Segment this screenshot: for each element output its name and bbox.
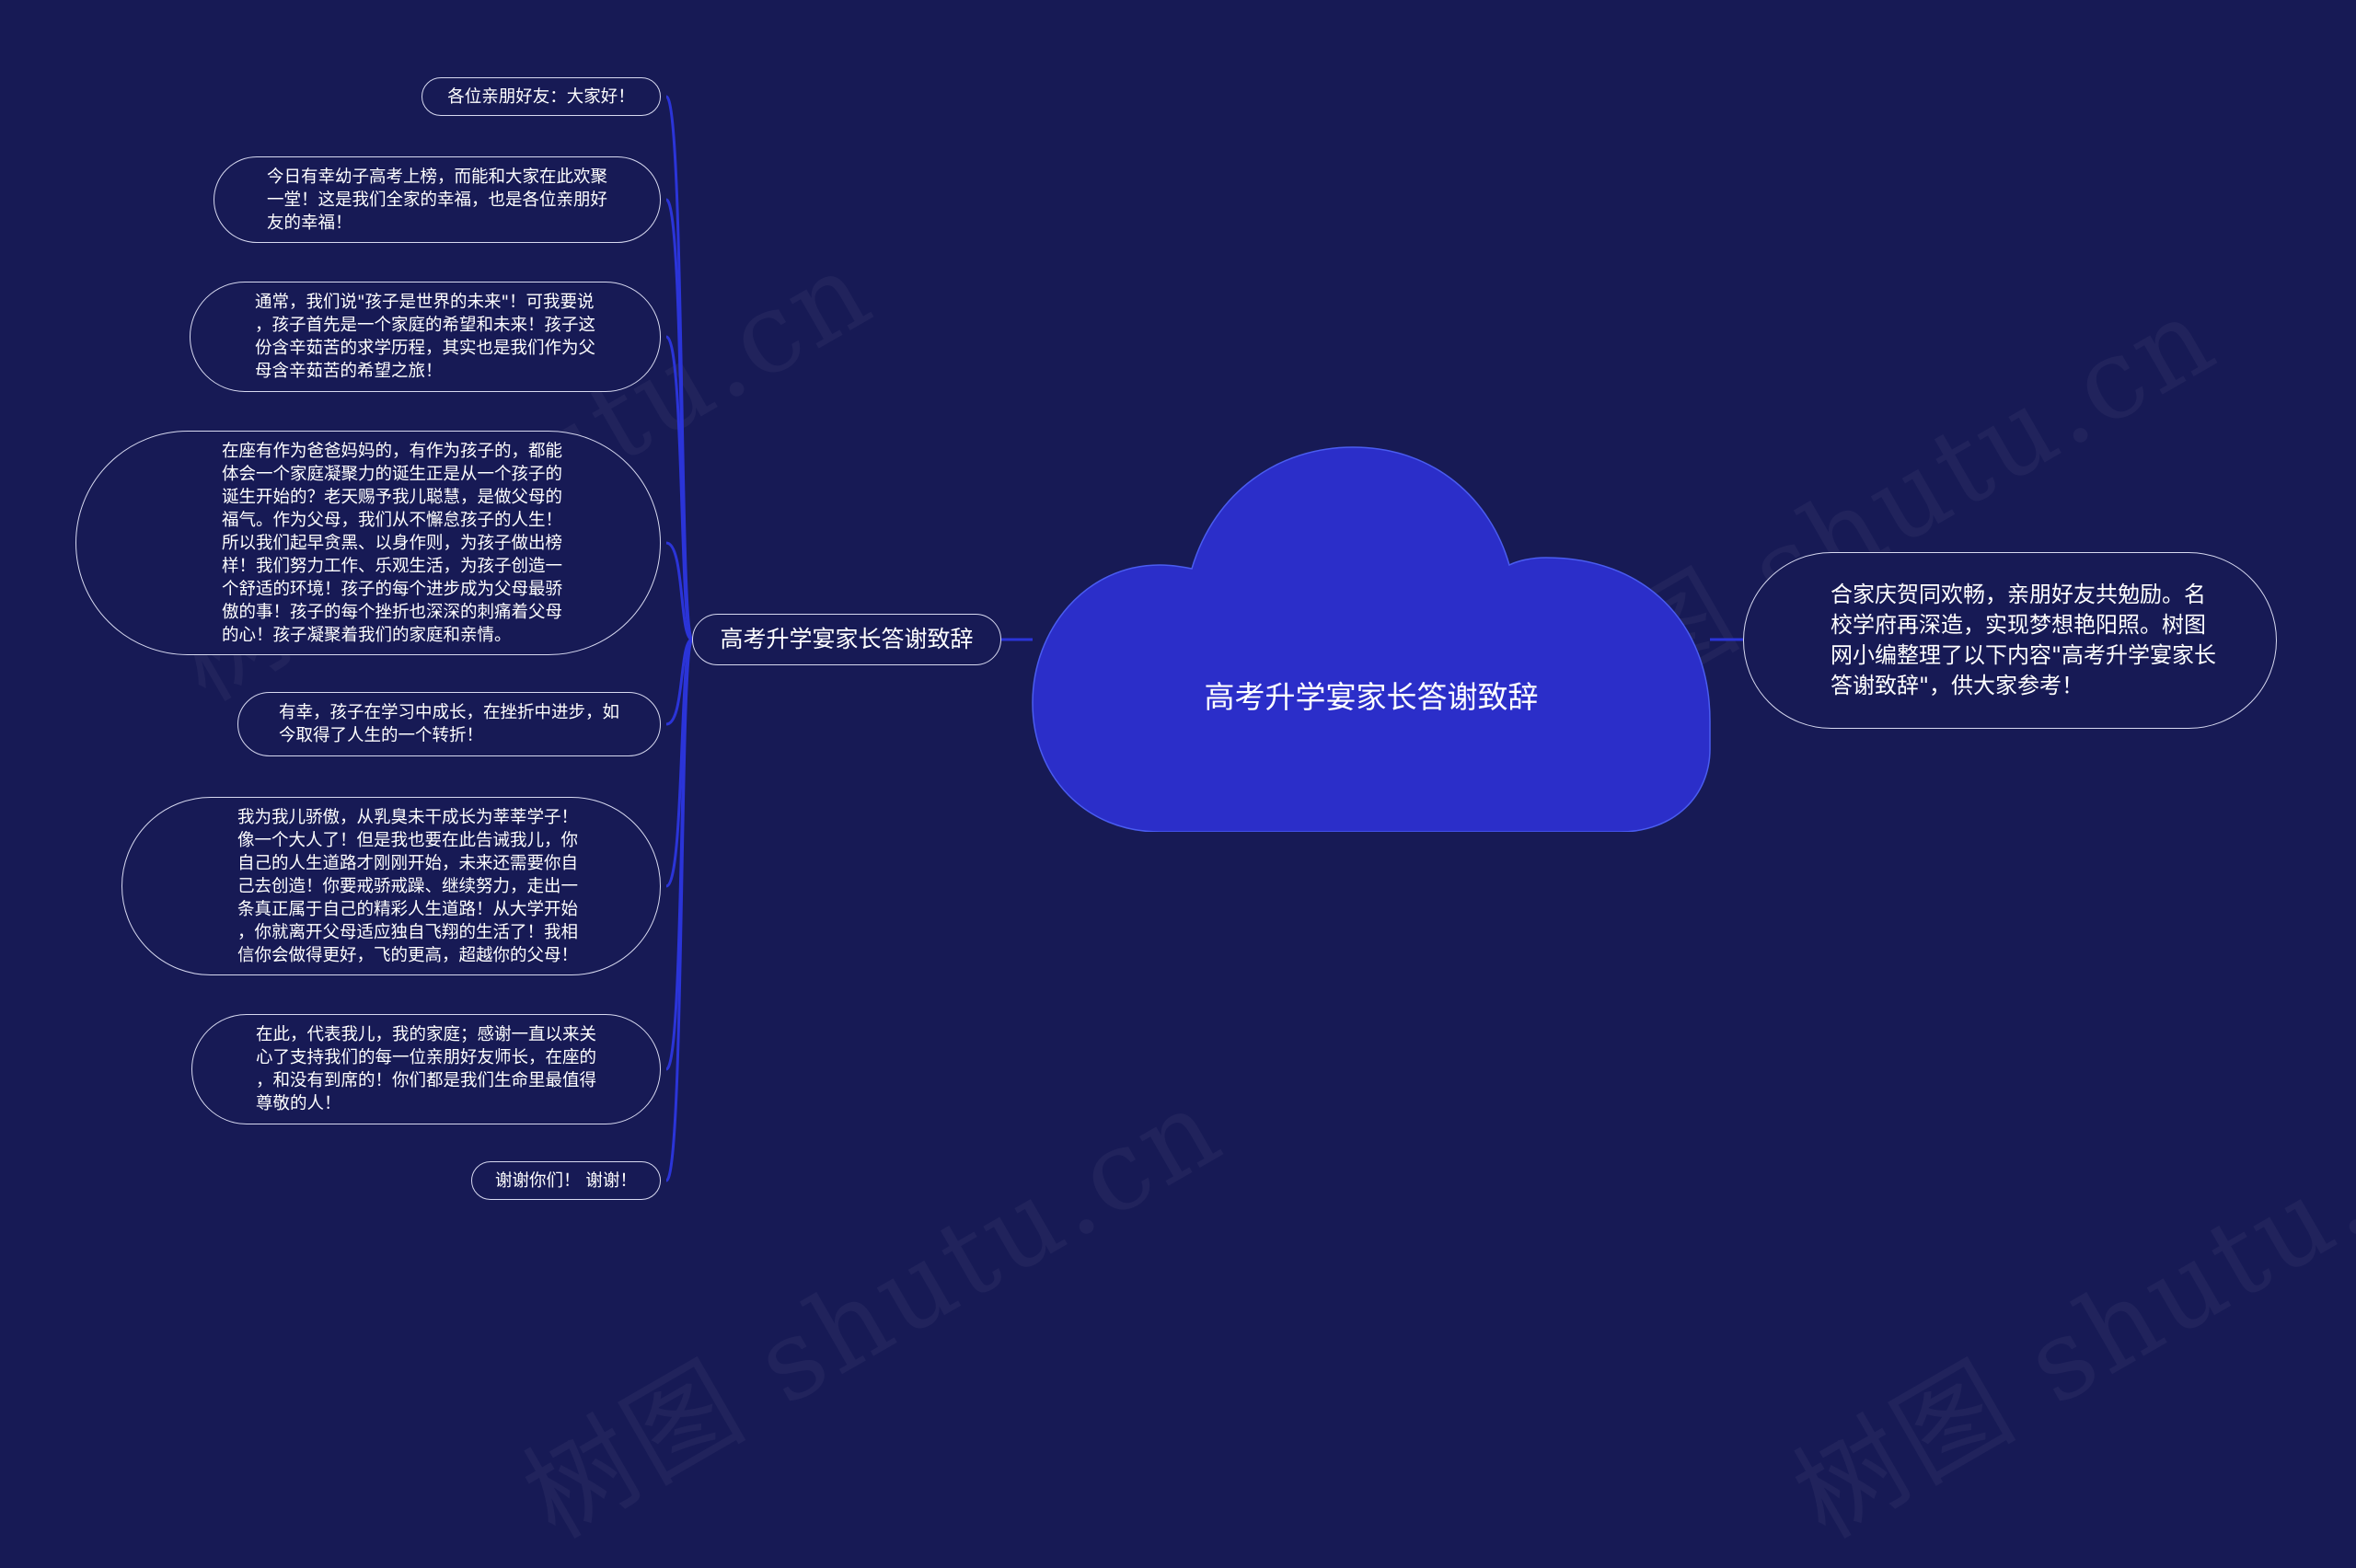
cloud-outline — [1032, 446, 1711, 832]
right-note-text: 合家庆贺同欢畅，亲朋好友共勉励。名校学府再深造，实现梦想艳阳照。树图网小编整理了… — [1831, 582, 2217, 698]
leaf-text: 通常，我们说"孩子是世界的未来"！可我要说 ，孩子首先是一个家庭的希望和未来！孩… — [254, 293, 595, 381]
leaf-text: 在座有作为爸爸妈妈的，有作为孩子的，都能 体会一个家庭凝聚力的诞生正是从一个孩子… — [221, 441, 562, 645]
leaf-node-turning-point[interactable]: 有幸，孩子在学习中成长，在挫折中进步，如 今取得了人生的一个转折！ — [237, 692, 661, 756]
subtopic-label: 高考升学宴家长答谢致辞 — [720, 626, 974, 652]
leaf-node-family-cohesion[interactable]: 在座有作为爸爸妈妈的，有作为孩子的，都能 体会一个家庭凝聚力的诞生正是从一个孩子… — [75, 431, 661, 655]
right-note-node[interactable]: 合家庆贺同欢畅，亲朋好友共勉励。名校学府再深造，实现梦想艳阳照。树图网小编整理了… — [1743, 552, 2277, 729]
leaf-edges — [664, 95, 694, 1182]
root-cloud-shape — [1032, 446, 1711, 832]
leaf-node-greeting[interactable]: 各位亲朋好友：大家好！ — [422, 77, 661, 116]
leaf-node-thanks[interactable]: 谢谢你们！ 谢谢！ — [471, 1161, 661, 1200]
leaf-node-gratitude[interactable]: 在此，代表我儿，我的家庭；感谢一直以来关 心了支持我们的每一位亲朋好友师长，在座… — [191, 1014, 661, 1124]
subtopic-node[interactable]: 高考升学宴家长答谢致辞 — [692, 614, 1001, 665]
leaf-node-proud[interactable]: 我为我儿骄傲，从乳臭未干成长为莘莘学子！ 像一个大人了！但是我也要在此告诫我儿，… — [121, 797, 661, 975]
leaf-node-future[interactable]: 通常，我们说"孩子是世界的未来"！可我要说 ，孩子首先是一个家庭的希望和未来！孩… — [190, 282, 661, 392]
leaf-text: 各位亲朋好友：大家好！ — [447, 86, 635, 107]
root-title: 高考升学宴家长答谢致辞 — [1204, 679, 1539, 715]
leaf-node-happiness[interactable]: 今日有幸幼子高考上榜，而能和大家在此欢聚 一堂！这是我们全家的幸福，也是各位亲朋… — [214, 156, 661, 243]
leaf-text: 有幸，孩子在学习中成长，在挫折中进步，如 今取得了人生的一个转折！ — [278, 703, 619, 745]
leaf-text: 在此，代表我儿，我的家庭；感谢一直以来关 心了支持我们的每一位亲朋好友师长，在座… — [255, 1025, 596, 1113]
leaf-text: 今日有幸幼子高考上榜，而能和大家在此欢聚 一堂！这是我们全家的幸福，也是各位亲朋… — [266, 167, 607, 233]
leaf-text: 我为我儿骄傲，从乳臭未干成长为莘莘学子！ 像一个大人了！但是我也要在此告诫我儿，… — [237, 807, 578, 965]
leaf-text: 谢谢你们！ 谢谢！ — [495, 1170, 637, 1191]
